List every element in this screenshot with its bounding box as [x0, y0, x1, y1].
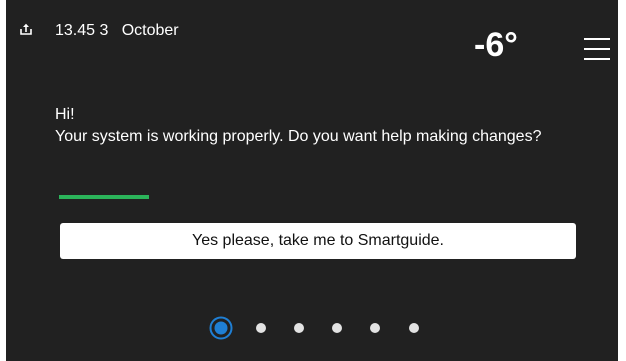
page-dot[interactable]: [332, 323, 342, 333]
page-dot[interactable]: [370, 323, 380, 333]
status-message: Hi! Your system is working properly. Do …: [55, 104, 575, 148]
date-time: 13.45 3 October: [55, 22, 179, 39]
hamburger-menu-icon[interactable]: [584, 38, 610, 60]
smartguide-button[interactable]: Yes please, take me to Smartguide.: [60, 223, 576, 259]
page-dot-active[interactable]: [209, 316, 233, 340]
status-bar: 13.45 3 October -6°: [6, 0, 618, 70]
usb-upload-icon[interactable]: [19, 22, 33, 36]
outdoor-temperature: -6°: [474, 26, 518, 64]
page-dot[interactable]: [409, 323, 419, 333]
display-screen: 13.45 3 October -6° Hi! Your system is w…: [6, 0, 618, 361]
message-text: Your system is working properly. Do you …: [55, 128, 542, 145]
page-dot[interactable]: [256, 323, 266, 333]
greeting-text: Hi!: [55, 106, 75, 123]
page-dot[interactable]: [294, 323, 304, 333]
status-indicator-line: [59, 195, 149, 199]
